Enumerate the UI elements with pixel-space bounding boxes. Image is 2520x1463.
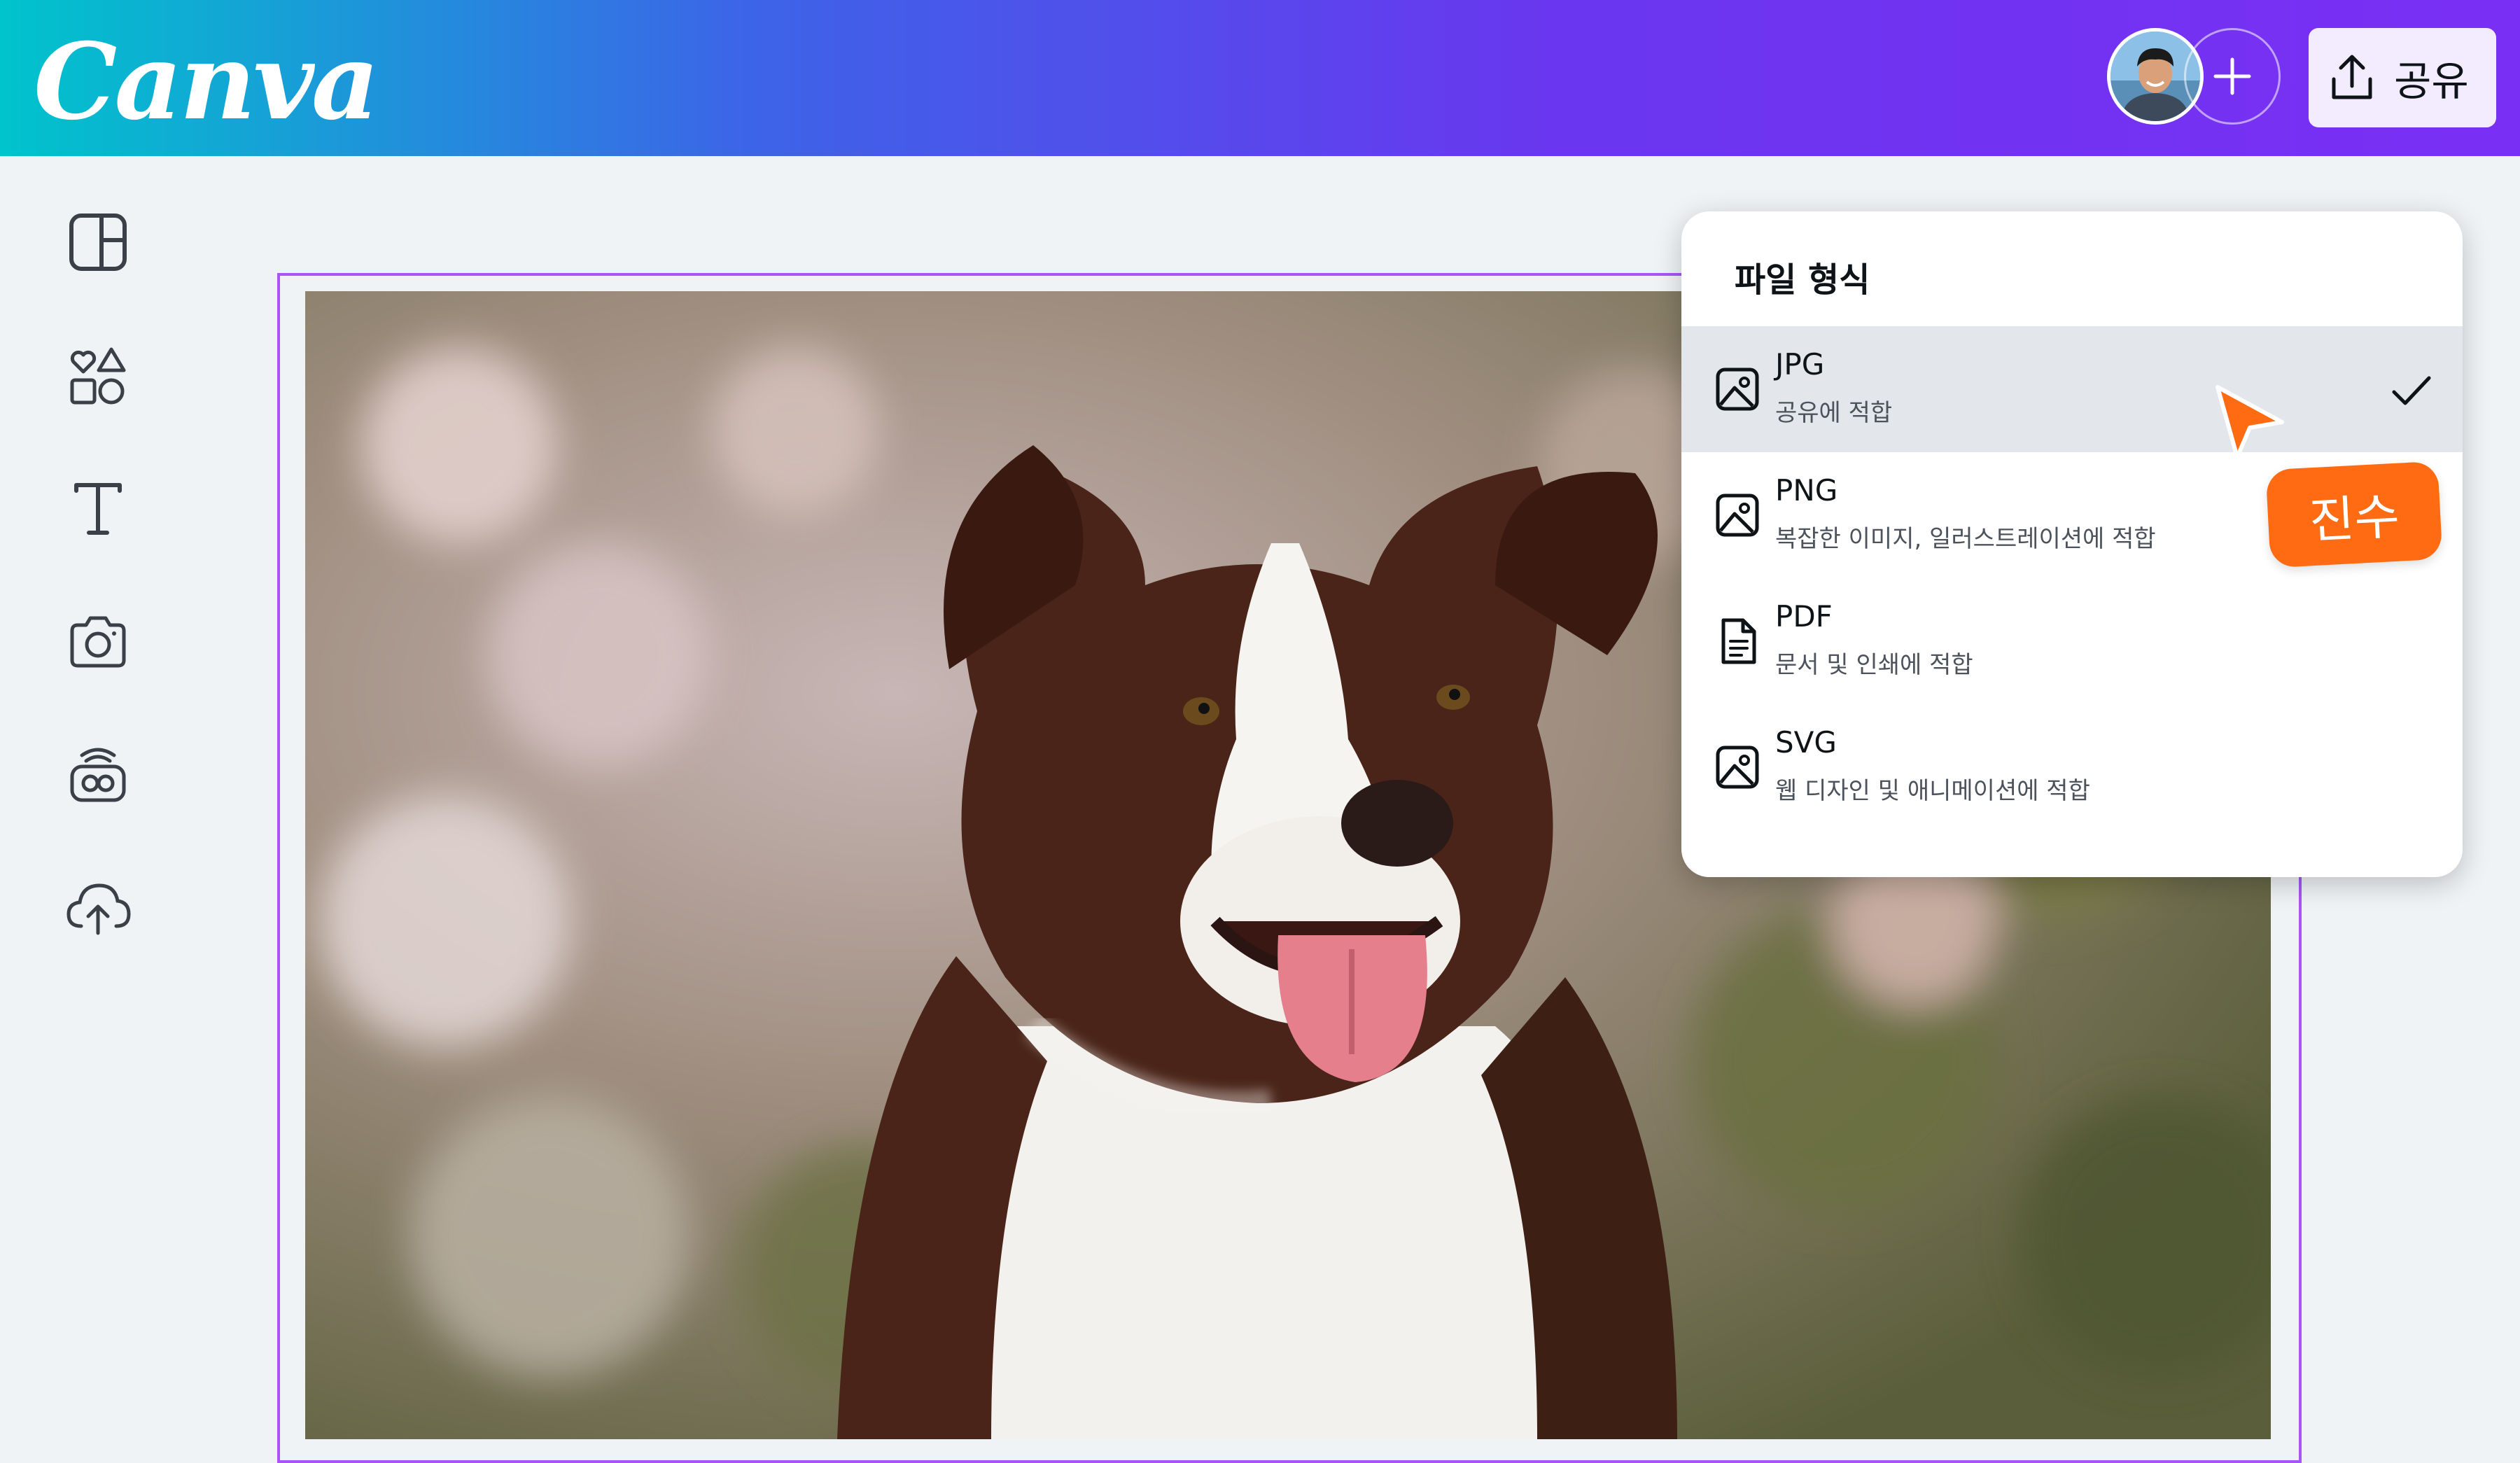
collaborator-name-tag: 진수 <box>2265 461 2443 568</box>
apps-box-icon <box>70 748 126 802</box>
format-option-jpg[interactable]: JPG 공유에 적합 <box>1681 326 2463 452</box>
checkmark-icon <box>2392 376 2431 405</box>
format-description: 문서 및 인쇄에 적합 <box>1775 651 1973 679</box>
camera-icon <box>70 616 126 668</box>
sidebar-item-elements[interactable] <box>63 340 133 410</box>
document-icon <box>1721 618 1756 664</box>
sidebar-item-uploads[interactable] <box>63 872 133 942</box>
format-option-svg[interactable]: SVG 웹 디자인 및 애니메이션에 적합 <box>1681 704 2463 830</box>
format-option-pdf[interactable]: PDF 문서 및 인쇄에 적합 <box>1681 578 2463 704</box>
image-icon <box>1716 368 1759 411</box>
panel-title: 파일 형식 <box>1735 260 1870 300</box>
share-label: 공유 <box>2394 57 2469 105</box>
format-name: PNG <box>1775 473 1838 507</box>
sidebar-item-photos[interactable] <box>63 606 133 676</box>
image-icon <box>1716 493 1759 537</box>
cloud-upload-icon <box>66 883 131 935</box>
format-description: 공유에 적합 <box>1775 399 1893 427</box>
sidebar-item-apps[interactable] <box>63 739 133 809</box>
add-collaborator-button[interactable] <box>2184 28 2281 125</box>
format-description: 웹 디자인 및 애니메이션에 적합 <box>1775 777 2090 805</box>
format-name: SVG <box>1775 725 1837 760</box>
format-description: 복잡한 이미지, 일러스트레이션에 적합 <box>1775 525 2156 553</box>
text-icon <box>74 483 122 535</box>
sidebar-item-design[interactable] <box>63 207 133 277</box>
canva-logo[interactable]: Canva <box>34 15 379 148</box>
collaborator-name: 진수 <box>2307 487 2401 550</box>
image-icon <box>1716 746 1759 789</box>
layout-template-icon <box>69 214 127 271</box>
plus-icon <box>2213 57 2251 95</box>
share-button[interactable]: 공유 <box>2309 28 2496 127</box>
format-name: JPG <box>1775 347 1825 382</box>
format-name: PDF <box>1775 599 1833 634</box>
top-header: Canva 공유 <box>0 0 2520 156</box>
upload-share-icon <box>2332 55 2372 99</box>
sidebar-item-text[interactable] <box>63 473 133 543</box>
elements-shapes-icon <box>70 347 126 405</box>
collaborator-cursor-icon <box>2216 385 2284 459</box>
